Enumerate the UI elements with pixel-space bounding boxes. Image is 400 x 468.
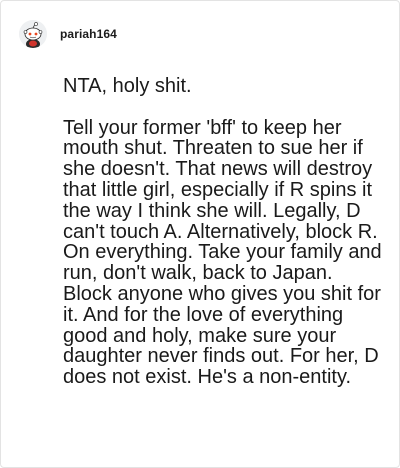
comment-body: NTA, holy shit. Tell your former 'bff' t… [63, 76, 385, 388]
comment-card: pariah164 NTA, holy shit. Tell your form… [0, 0, 400, 468]
comment-header: pariah164 [19, 18, 117, 50]
comment-paragraph: Tell your former 'bff' to keep her mouth… [63, 116, 388, 389]
username[interactable]: pariah164 [60, 27, 117, 41]
reddit-snoo-avatar-icon [19, 20, 47, 48]
comment-paragraph: NTA, holy shit. [63, 75, 192, 97]
avatar[interactable] [19, 20, 47, 48]
